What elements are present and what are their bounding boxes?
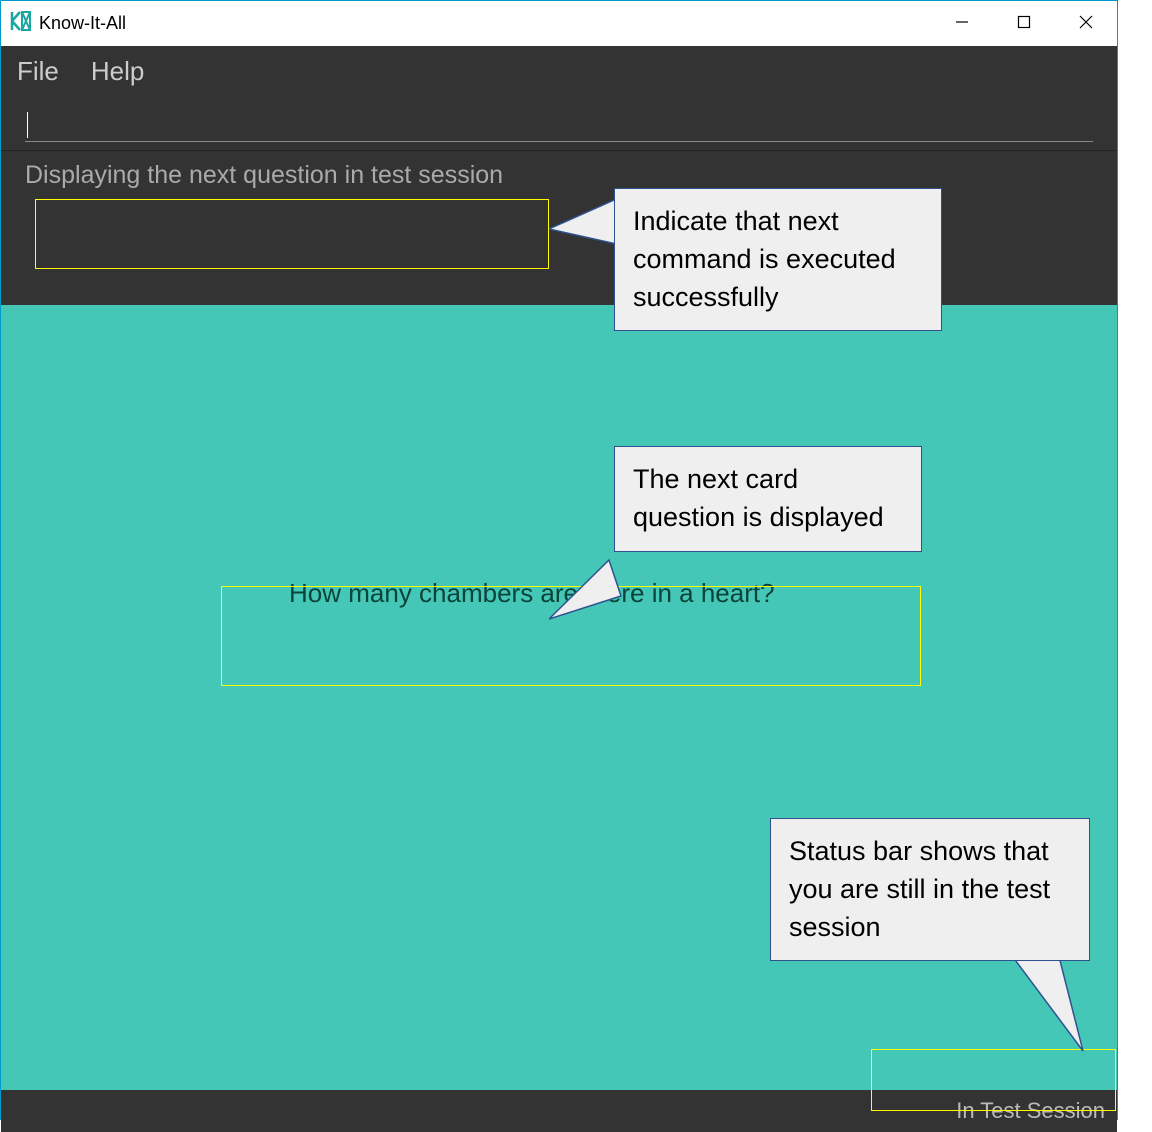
feedback-message: Displaying the next question in test ses… bbox=[25, 161, 503, 189]
menubar: File Help bbox=[1, 46, 1117, 96]
callout-1-text: Indicate that next command is executed s… bbox=[633, 206, 896, 312]
menu-file[interactable]: File bbox=[17, 56, 59, 87]
question-text: How many chambers are there in a heart? bbox=[289, 578, 775, 609]
window-title: Know-It-All bbox=[39, 13, 126, 34]
maximize-button[interactable] bbox=[993, 1, 1055, 43]
app-window: Know-It-All File Help Displaying the nex… bbox=[0, 0, 1118, 1120]
minimize-button[interactable] bbox=[931, 1, 993, 43]
close-button[interactable] bbox=[1055, 1, 1117, 43]
command-input-area bbox=[1, 96, 1117, 150]
menu-help[interactable]: Help bbox=[91, 56, 144, 87]
callout-2-text: The next card question is displayed bbox=[633, 464, 884, 532]
window-controls bbox=[931, 1, 1117, 43]
callout-1: Indicate that next command is executed s… bbox=[614, 188, 942, 331]
titlebar[interactable]: Know-It-All bbox=[1, 1, 1117, 46]
statusbar: In Test Session bbox=[1, 1090, 1117, 1132]
callout-3: Status bar shows that you are still in t… bbox=[770, 818, 1090, 961]
status-text: In Test Session bbox=[956, 1098, 1105, 1124]
command-input[interactable] bbox=[25, 112, 1093, 142]
feedback-area: Displaying the next question in test ses… bbox=[1, 150, 1117, 305]
content-area: How many chambers are there in a heart? bbox=[1, 305, 1117, 1090]
callout-2: The next card question is displayed bbox=[614, 446, 922, 552]
callout-3-text: Status bar shows that you are still in t… bbox=[789, 836, 1050, 942]
text-cursor bbox=[27, 112, 28, 138]
app-icon bbox=[1, 9, 33, 38]
